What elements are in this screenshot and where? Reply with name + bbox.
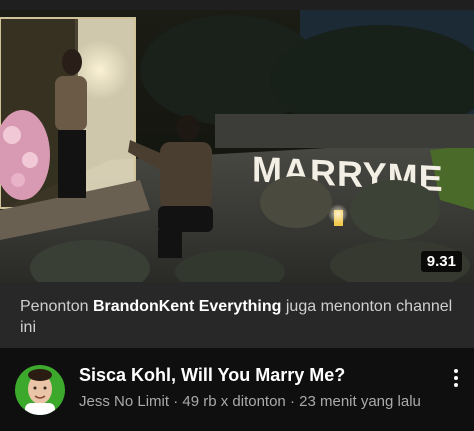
also-watched-banner: Penonton BrandonKent Everything juga men…: [0, 282, 474, 348]
upload-time: 23 menit yang lalu: [299, 393, 421, 410]
video-title[interactable]: Sisca Kohl, Will You Marry Me?: [79, 365, 345, 386]
video-thumbnail[interactable]: MARRYME 9.31: [0, 10, 474, 282]
more-vert-icon[interactable]: [446, 366, 466, 390]
video-info: Sisca Kohl, Will You Marry Me? Jess No L…: [0, 348, 474, 431]
video-meta: Jess No Limit · 49 rb x ditonton · 23 me…: [79, 393, 421, 410]
avatar-face-icon: [25, 369, 55, 415]
channel-name[interactable]: Jess No Limit: [79, 393, 169, 410]
meta-separator-2: ·: [285, 393, 300, 410]
banner-channel-name: BrandonKent Everything: [92, 298, 282, 315]
top-strip: [0, 0, 474, 10]
channel-avatar[interactable]: [15, 365, 65, 415]
banner-prefix: Penonton: [20, 298, 93, 315]
video-duration: 9.31: [420, 251, 462, 272]
thumbnail-scene: MARRYME: [0, 10, 474, 282]
view-count: 49 rb x ditonton: [182, 393, 286, 410]
meta-separator: ·: [169, 393, 183, 410]
